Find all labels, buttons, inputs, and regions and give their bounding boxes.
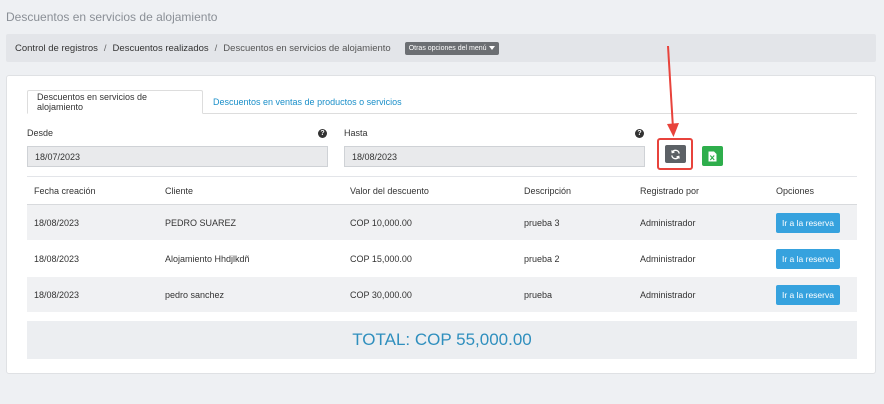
- other-menu-options-label: Otras opciones del menú: [408, 44, 487, 52]
- breadcrumb-separator: /: [214, 42, 218, 54]
- content-panel: Descuentos en servicios de alojamiento D…: [6, 75, 876, 374]
- total-amount: TOTAL: COP 55,000.00: [352, 330, 532, 349]
- table-row: 18/08/2023 PEDRO SUAREZ COP 10,000.00 pr…: [27, 205, 857, 241]
- cell-descripcion: prueba: [524, 289, 553, 300]
- tab-productos-servicios[interactable]: Descuentos en ventas de productos o serv…: [204, 90, 411, 114]
- cell-registrado: Administrador: [640, 289, 696, 300]
- other-menu-options-button[interactable]: Otras opciones del menú: [404, 41, 499, 55]
- table-row: 18/08/2023 Alojamiento Hhdjlkdñ COP 15,0…: [27, 241, 857, 277]
- hasta-label: Hasta: [344, 128, 368, 138]
- breadcrumb-descuentos-realizados[interactable]: Descuentos realizados: [113, 43, 209, 54]
- cell-opciones: Ir a la reserva: [776, 248, 857, 269]
- total-summary: TOTAL: COP 55,000.00: [27, 321, 857, 359]
- go-to-reservation-button[interactable]: Ir a la reserva: [776, 284, 840, 305]
- caret-down-icon: [488, 46, 495, 50]
- cell-valor: COP 15,000.00: [350, 253, 412, 264]
- table-row: 18/08/2023 pedro sanchez COP 30,000.00 p…: [27, 277, 857, 313]
- excel-icon: [708, 151, 717, 161]
- column-header: Valor del descuento: [350, 185, 429, 196]
- go-to-reservation-button[interactable]: Ir a la reserva: [776, 248, 840, 269]
- column-header: Opciones: [776, 185, 815, 196]
- desde-label: Desde: [27, 128, 54, 138]
- cell-cliente: PEDRO SUAREZ: [165, 217, 237, 228]
- tab-bar: Descuentos en servicios de alojamiento D…: [27, 90, 857, 114]
- cell-fecha: 18/08/2023: [34, 253, 80, 264]
- cell-descripcion: prueba 3: [524, 217, 560, 228]
- cell-opciones: Ir a la reserva: [776, 212, 857, 233]
- cell-valor: COP 30,000.00: [350, 289, 412, 300]
- breadcrumb: Control de registros / Descuentos realiz…: [6, 34, 876, 62]
- question-circle-icon[interactable]: ?: [318, 129, 327, 138]
- cell-fecha: 18/08/2023: [34, 217, 80, 228]
- cell-fecha: 18/08/2023: [34, 289, 80, 300]
- column-header: Fecha creación: [34, 185, 96, 196]
- question-circle-icon[interactable]: ?: [635, 129, 644, 138]
- hasta-date-field[interactable]: 18/08/2023: [344, 146, 645, 167]
- page-title: Descuentos en servicios de alojamiento: [6, 10, 218, 24]
- desde-date-field[interactable]: 18/07/2023: [27, 146, 328, 167]
- refresh-icon: [671, 149, 680, 159]
- cell-registrado: Administrador: [640, 253, 696, 264]
- discounts-table: Fecha creación Cliente Valor del descuen…: [27, 176, 857, 313]
- breadcrumb-current: Descuentos en servicios de alojamiento: [223, 42, 391, 54]
- column-header: Registrado por: [640, 185, 700, 196]
- go-to-reservation-button[interactable]: Ir a la reserva: [776, 212, 840, 233]
- cell-descripcion: prueba 2: [524, 253, 560, 264]
- cell-cliente: Alojamiento Hhdjlkdñ: [165, 253, 250, 264]
- cell-valor: COP 10,000.00: [350, 217, 412, 228]
- tab-alojamiento[interactable]: Descuentos en servicios de alojamiento: [27, 90, 203, 114]
- refresh-button[interactable]: [665, 145, 686, 163]
- cell-registrado: Administrador: [640, 217, 696, 228]
- refresh-highlight-box: [657, 138, 693, 170]
- table-header: Fecha creación Cliente Valor del descuen…: [27, 176, 857, 205]
- breadcrumb-separator: /: [103, 42, 107, 54]
- column-header: Descripción: [524, 185, 572, 196]
- breadcrumb-control-registros[interactable]: Control de registros: [15, 43, 98, 54]
- cell-cliente: pedro sanchez: [165, 289, 225, 300]
- column-header: Cliente: [165, 185, 194, 196]
- excel-export-button[interactable]: [702, 146, 723, 166]
- cell-opciones: Ir a la reserva: [776, 284, 857, 305]
